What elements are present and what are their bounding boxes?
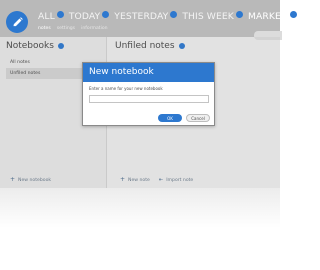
new-notebook-dialog: New notebook Enter a name for your new n…: [82, 62, 215, 126]
tab-information[interactable]: information: [81, 26, 108, 31]
filter-badge: [102, 10, 110, 18]
filter-today[interactable]: TODAY: [68, 10, 110, 22]
dialog-titlebar: New notebook: [83, 63, 214, 82]
filter-badge: [290, 10, 298, 18]
filter-all[interactable]: ALL: [38, 10, 64, 22]
dialog-title: New notebook: [89, 67, 154, 77]
filter-this-week-label: THIS WEEK: [182, 10, 234, 22]
date-filter-tabs: ALL TODAY YESTERDAY THIS WEEK MARKED: [38, 9, 302, 23]
filter-badge: [170, 10, 178, 18]
dialog-prompt: Enter a name for your new notebook: [89, 86, 163, 91]
filter-marked-label: MARKED: [247, 10, 289, 22]
pencil-icon: [12, 16, 23, 26]
filter-marked[interactable]: MARKED: [247, 10, 298, 22]
window-reflection: [0, 188, 280, 228]
header-bar: ALL TODAY YESTERDAY THIS WEEK MARKED not…: [0, 0, 298, 40]
tab-settings[interactable]: settings: [57, 26, 75, 31]
cancel-button[interactable]: Cancel: [186, 114, 210, 122]
new-note-pencil-button[interactable]: [6, 11, 28, 33]
app-window: ALL TODAY YESTERDAY THIS WEEK MARKED not…: [0, 0, 298, 188]
section-tabs: notes settings information: [38, 26, 114, 31]
filter-this-week[interactable]: THIS WEEK: [182, 10, 243, 22]
notebook-name-input[interactable]: [89, 95, 209, 103]
ok-button[interactable]: OK: [158, 114, 182, 122]
filter-badge: [56, 10, 64, 18]
filter-yesterday-label: YESTERDAY: [114, 10, 169, 22]
filter-today-label: TODAY: [68, 10, 101, 22]
filter-badge: [235, 10, 243, 18]
tab-notes[interactable]: notes: [38, 26, 51, 31]
filter-yesterday[interactable]: YESTERDAY: [114, 10, 178, 22]
filter-all-label: ALL: [38, 10, 55, 22]
